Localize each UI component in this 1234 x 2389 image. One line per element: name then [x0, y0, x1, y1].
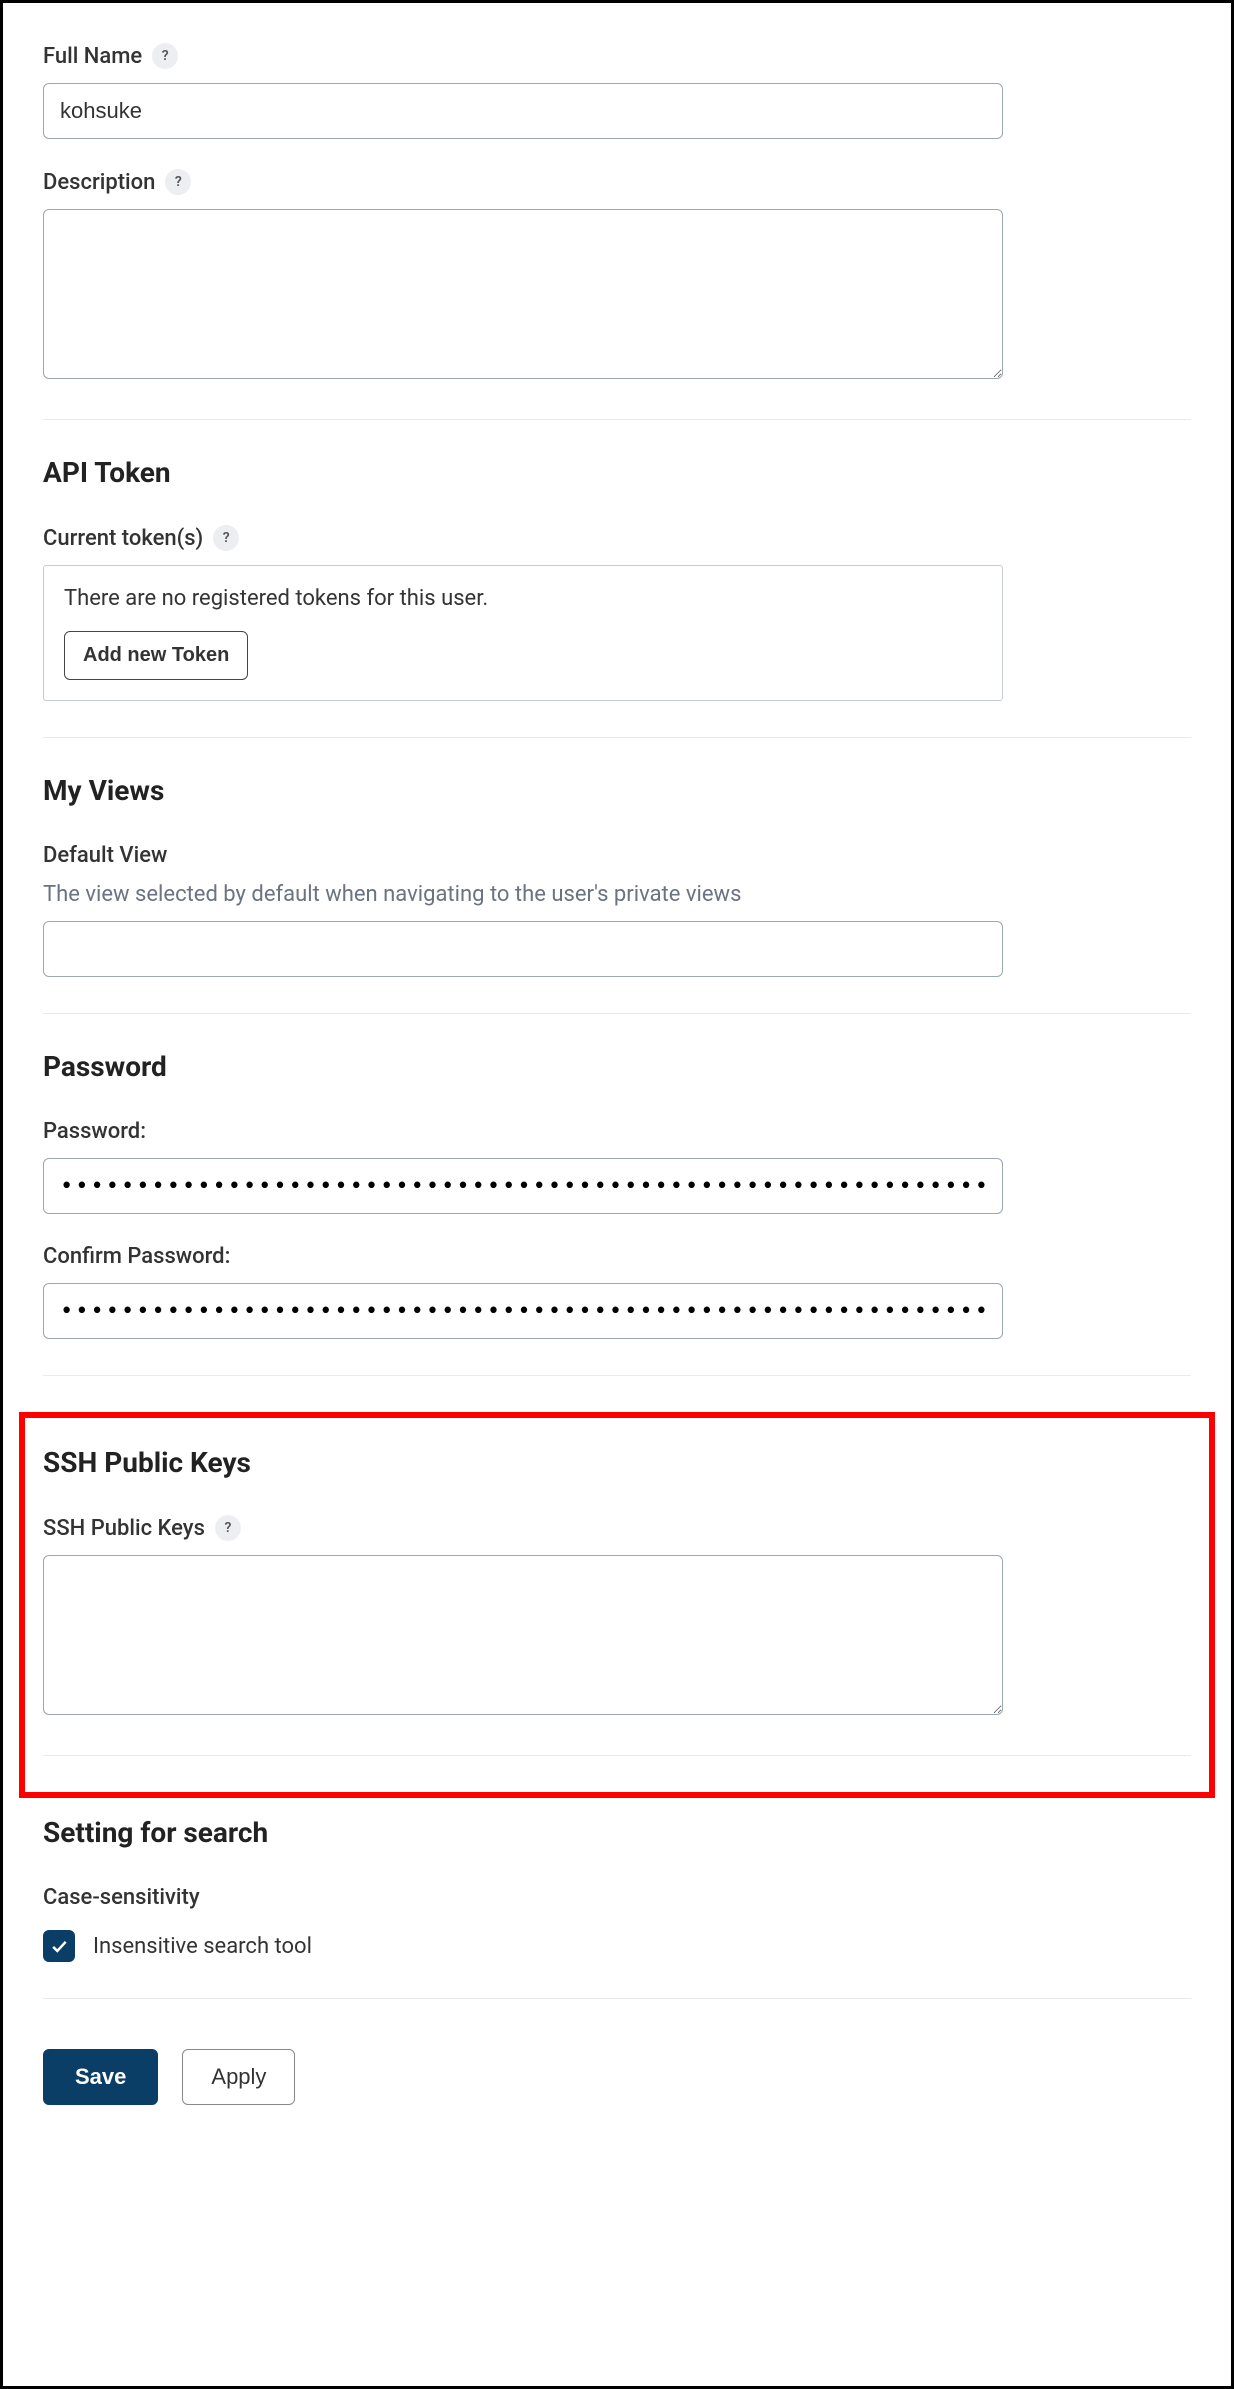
- current-tokens-label: Current token(s): [43, 526, 203, 551]
- ssh-keys-textarea[interactable]: [43, 1555, 1003, 1715]
- ssh-keys-title: SSH Public Keys: [43, 1446, 1191, 1479]
- default-view-label-row: Default View: [43, 843, 1191, 868]
- search-settings-title: Setting for search: [43, 1816, 1191, 1849]
- password-label-row: Password:: [43, 1119, 1191, 1144]
- apply-button[interactable]: Apply: [182, 2049, 295, 2105]
- help-icon[interactable]: ?: [165, 169, 191, 195]
- full-name-input[interactable]: [43, 83, 1003, 139]
- password-group: Password:: [43, 1119, 1191, 1214]
- button-row: Save Apply: [43, 2049, 1191, 2105]
- ssh-keys-group: SSH Public Keys ?: [43, 1515, 1191, 1719]
- case-sensitivity-label: Case-sensitivity: [43, 1885, 200, 1910]
- divider: [43, 737, 1191, 738]
- ssh-highlight-box: SSH Public Keys SSH Public Keys ?: [19, 1412, 1215, 1798]
- password-input[interactable]: [43, 1158, 1003, 1214]
- divider: [43, 1998, 1191, 1999]
- default-view-input[interactable]: [43, 921, 1003, 977]
- divider: [43, 1375, 1191, 1376]
- full-name-group: Full Name ?: [43, 43, 1191, 139]
- token-box: There are no registered tokens for this …: [43, 565, 1003, 701]
- my-views-title: My Views: [43, 774, 1191, 807]
- checkbox-row: Insensitive search tool: [43, 1930, 1191, 1962]
- help-icon[interactable]: ?: [152, 43, 178, 69]
- api-token-title: API Token: [43, 456, 1191, 489]
- case-sensitivity-label-row: Case-sensitivity: [43, 1885, 1191, 1910]
- ssh-keys-label-row: SSH Public Keys ?: [43, 1515, 1191, 1541]
- confirm-password-input[interactable]: [43, 1283, 1003, 1339]
- check-icon: [49, 1936, 69, 1956]
- help-icon[interactable]: ?: [215, 1515, 241, 1541]
- confirm-password-label: Confirm Password:: [43, 1244, 230, 1269]
- confirm-password-label-row: Confirm Password:: [43, 1244, 1191, 1269]
- description-textarea[interactable]: [43, 209, 1003, 379]
- help-icon[interactable]: ?: [213, 525, 239, 551]
- ssh-keys-label: SSH Public Keys: [43, 1516, 205, 1541]
- insensitive-search-checkbox[interactable]: [43, 1930, 75, 1962]
- save-button[interactable]: Save: [43, 2049, 158, 2105]
- default-view-label: Default View: [43, 843, 167, 868]
- divider: [43, 419, 1191, 420]
- current-tokens-group: Current token(s) ? There are no register…: [43, 525, 1191, 701]
- divider: [43, 1755, 1191, 1756]
- case-sensitivity-group: Case-sensitivity Insensitive search tool: [43, 1885, 1191, 1962]
- default-view-description: The view selected by default when naviga…: [43, 882, 1191, 907]
- full-name-label: Full Name: [43, 44, 142, 69]
- password-label: Password:: [43, 1119, 146, 1144]
- current-tokens-label-row: Current token(s) ?: [43, 525, 1191, 551]
- default-view-group: Default View The view selected by defaul…: [43, 843, 1191, 977]
- no-tokens-text: There are no registered tokens for this …: [64, 586, 982, 611]
- description-label-row: Description ?: [43, 169, 1191, 195]
- confirm-password-group: Confirm Password:: [43, 1244, 1191, 1339]
- insensitive-search-label: Insensitive search tool: [93, 1934, 312, 1959]
- description-group: Description ?: [43, 169, 1191, 383]
- description-label: Description: [43, 170, 155, 195]
- password-title: Password: [43, 1050, 1191, 1083]
- add-token-button[interactable]: Add new Token: [64, 631, 248, 680]
- full-name-label-row: Full Name ?: [43, 43, 1191, 69]
- divider: [43, 1013, 1191, 1014]
